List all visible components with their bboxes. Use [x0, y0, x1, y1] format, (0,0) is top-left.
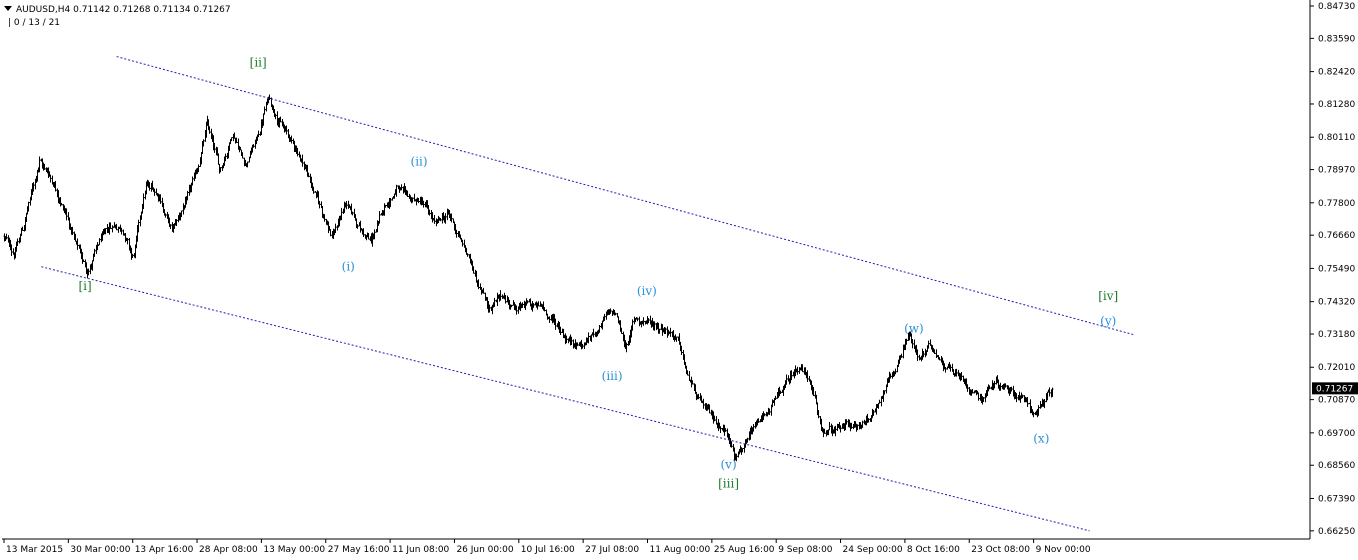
y-tick-label: 0.82420 [1318, 68, 1355, 78]
x-tick-label: 24 Sep 00:00 [843, 545, 903, 555]
wave-label: (ii) [411, 155, 428, 169]
wave-label: (iii) [602, 369, 623, 383]
high-value: 0.71268 [113, 5, 151, 15]
wave-label: (y) [1100, 314, 1116, 328]
symbol-label: AUDUSD,H4 [16, 5, 71, 15]
wave-label: [iii] [718, 477, 739, 491]
y-tick-label: 0.74320 [1318, 298, 1355, 308]
wave-label: (i) [342, 259, 355, 273]
x-tick-label: 25 Aug 16:00 [714, 545, 775, 555]
x-tick-label: 10 Jul 16:00 [521, 545, 575, 555]
y-tick-label: 0.75490 [1318, 264, 1355, 274]
y-tick-label: 0.78970 [1318, 166, 1355, 176]
wave-label: (x) [1033, 432, 1049, 446]
x-tick-label: 9 Sep 08:00 [778, 545, 833, 555]
x-tick-label: 13 Mar 2015 [6, 545, 63, 555]
x-tick-label: 11 Jun 08:00 [392, 545, 449, 555]
y-tick-label: 0.84730 [1318, 2, 1355, 12]
x-tick-label: 13 Apr 16:00 [135, 545, 194, 555]
wave-label: (v) [721, 457, 737, 471]
x-tick-label: 9 Nov 00:00 [1036, 545, 1091, 555]
wave-label: (iv) [637, 284, 657, 298]
x-tick-label: 27 May 16:00 [328, 545, 390, 555]
y-tick-label: 0.81280 [1318, 100, 1355, 110]
wave-label: [iv] [1098, 289, 1118, 303]
x-tick-label: 30 Mar 00:00 [70, 545, 130, 555]
y-tick-label: 0.73180 [1318, 330, 1355, 340]
close-value: 0.71267 [193, 5, 231, 15]
wave-label: [ii] [250, 56, 267, 70]
chart-header: AUDUSD,H4 0.71142 0.71268 0.71134 0.7126… [4, 4, 231, 30]
open-value: 0.71142 [73, 5, 111, 15]
x-tick-label: 11 Aug 00:00 [650, 545, 711, 555]
y-tick-label: 0.70870 [1318, 396, 1355, 406]
x-tick-label: 13 May 00:00 [263, 545, 325, 555]
y-tick-label: 0.67390 [1318, 494, 1355, 504]
y-tick-label: 0.76660 [1318, 231, 1355, 241]
x-tick-label: 8 Oct 16:00 [907, 545, 960, 555]
dropdown-triangle-icon[interactable] [4, 6, 12, 11]
y-tick-label: 0.68560 [1318, 461, 1355, 471]
chart-canvas[interactable]: [i] [ii] [iii] [iv] (i) (ii) (iii) (iv) (v) (w) (x… [0, 0, 1358, 556]
indicator-params: | 0 / 13 / 21 [8, 18, 61, 28]
wave-label: (w) [904, 321, 924, 335]
y-tick-label: 0.66250 [1318, 527, 1355, 537]
y-tick-label: 0.69700 [1318, 429, 1355, 439]
current-price-tag: 0.71267 [1312, 382, 1358, 395]
chart-background [0, 0, 1358, 556]
y-tick-label: 0.72010 [1318, 363, 1355, 373]
x-tick-label: 26 Jun 00:00 [456, 545, 513, 555]
y-tick-label: 0.83590 [1318, 34, 1355, 44]
x-tick-label: 28 Apr 08:00 [199, 545, 258, 555]
y-tick-label: 0.77800 [1318, 199, 1355, 209]
price-chart[interactable]: [i] [ii] [iii] [iv] (i) (ii) (iii) (iv) (v) (w) (x… [0, 0, 1358, 556]
price-tag-label: 0.71267 [1316, 384, 1353, 394]
low-value: 0.71134 [153, 5, 191, 15]
x-tick-label: 23 Oct 08:00 [971, 545, 1030, 555]
x-tick-label: 27 Jul 08:00 [585, 545, 639, 555]
y-tick-label: 0.80110 [1318, 133, 1355, 143]
wave-label: [i] [78, 279, 91, 293]
